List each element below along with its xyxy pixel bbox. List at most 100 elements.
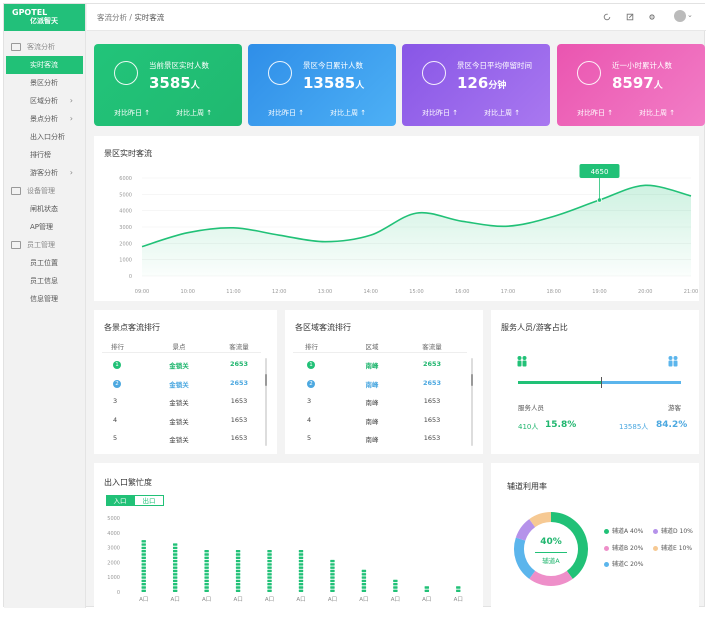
y-tick-label: 6000 [119,176,132,182]
compare-yesterday[interactable]: 对比昨日 ↑ [114,108,150,118]
x-tick-label: A口 [233,596,242,603]
table-row[interactable]: 1 金锁关 2653 [94,360,277,374]
table-row[interactable]: 3 南峰 1653 [285,397,483,411]
rank-badge: 2 [307,379,315,388]
table-row[interactable]: 5 南峰 1653 [285,434,483,448]
donut-center-value: 40% [540,537,562,547]
compare-last-week[interactable]: 对比上周 ↑ [484,108,520,118]
table-row[interactable]: 4 南峰 1653 [285,416,483,430]
rank-cell: 1 [113,360,121,369]
spot-rank-panel: 各景点客流排行 排行 景点 客流量 1 金锁关 2653 2 金锁关 2653 3 金锁关 1653 4… [94,310,277,454]
name-cell: 南峰 [365,436,379,444]
sidebar-item[interactable]: AP管理 [4,218,85,236]
staff-count: 410人 [518,423,539,431]
legend-item[interactable]: 辅道E 10% [653,543,692,552]
sidebar-item[interactable]: 闸机状态 [4,200,85,218]
table-row[interactable]: 1 南峰 2653 [285,360,483,374]
stat-value: 8597人 [612,74,663,92]
table-row[interactable]: 2 南峰 2653 [285,379,483,393]
name-cell: 金锁关 [169,380,189,389]
chevron-right-icon: › [69,96,73,105]
menu-group-icon [11,241,21,249]
sidebar-item[interactable]: 员工信息 [4,272,85,290]
legend-item[interactable]: 辅道D 10% [653,526,693,535]
name-cell: 南峰 [365,380,379,389]
x-tick-label: 09:00 [135,289,149,295]
x-tick-label: A口 [454,596,463,603]
visitor-icon [668,356,678,367]
visitor-percent: 84.2% [656,420,688,430]
user-icon [268,61,292,85]
x-tick-label: A口 [202,596,211,603]
stat-value: 126分钟 [457,74,507,92]
legend-item[interactable]: 辅道A 40% [604,526,643,535]
y-tick-label: 0 [129,274,132,280]
y-tick-label: 5000 [119,192,132,198]
compare-yesterday[interactable]: 对比昨日 ↑ [422,108,458,118]
sidebar-group[interactable]: 客流分析 [4,38,85,56]
ratio-bar-staff [518,381,601,384]
rank-cell: 3 [307,397,312,405]
sidebar-item-label: AP管理 [30,223,54,231]
breadcrumb-parent[interactable]: 客流分析 [97,13,127,22]
x-tick-label: A口 [359,596,368,603]
legend-item[interactable]: 辅道B 20% [604,543,643,552]
compare-yesterday[interactable]: 对比昨日 ↑ [268,108,304,118]
gate-busyness-panel: 出入口繁忙度 入口 出口 0 1000 2000 3000 4000 5000 A口 A口 A口… [94,463,483,608]
sidebar-item[interactable]: 实时客流 [6,56,83,74]
bar [361,569,367,592]
settings-icon[interactable] [648,13,656,21]
stat-title: 当前景区实时人数 [149,61,209,70]
refresh-icon[interactable] [603,13,611,21]
sidebar-group[interactable]: 设备管理 [4,182,85,200]
name-cell: 金锁关 [169,362,189,370]
sidebar-item-label: 闸机状态 [30,205,58,213]
y-tick-label: 2000 [107,560,120,566]
x-tick-label: 15:00 [409,289,423,295]
tooltip-value: 4650 [591,168,609,176]
rank-cell: 5 [113,434,118,442]
avatar[interactable] [674,10,686,22]
compare-yesterday[interactable]: 对比昨日 ↑ [577,108,613,118]
staff-label: 服务人员 [518,404,544,412]
sidebar: GPOTEL 亿派智天 客流分析 实时客流 景区分析 区域分析 › 景点分析 › 出入口分析排… [4,4,86,608]
compare-last-week[interactable]: 对比上周 ↑ [176,108,212,118]
sidebar-item[interactable]: 排行榜 [4,146,85,164]
table-row[interactable]: 2 金锁关 2653 [94,379,277,393]
table-header: 区域 [365,343,379,351]
sidebar-group-label: 员工管理 [27,241,55,249]
visitor-count: 13585人 [619,423,649,431]
sidebar-item[interactable]: 游客分析 › [4,164,85,182]
breadcrumb-current: 实时客流 [134,13,165,22]
app-window: GPOTEL 亿派智天 客流分析 实时客流 景区分析 区域分析 › 景点分析 › 出入口分析排… [3,3,706,608]
fullscreen-icon[interactable] [626,13,634,21]
table-header: 客流量 [422,343,442,351]
sidebar-item[interactable]: 员工位置 [4,254,85,272]
table-row[interactable]: 4 金锁关 1653 [94,416,277,430]
sidebar-item[interactable]: 区域分析 › [4,92,85,110]
scrollbar[interactable] [471,358,473,446]
y-tick-label: 5000 [107,516,120,522]
sidebar-item[interactable]: 景区分析 [4,74,85,92]
sidebar-group[interactable]: 员工管理 [4,236,85,254]
sidebar-item[interactable]: 景点分析 › [4,110,85,128]
table-row[interactable]: 3 金锁关 1653 [94,397,277,411]
sidebar-item[interactable]: 出入口分析 [4,128,85,146]
sidebar-item[interactable]: 信息管理 [4,290,85,308]
compare-last-week[interactable]: 对比上周 ↑ [639,108,675,118]
stat-title: 近一小时累计人数 [612,61,672,70]
chevron-down-icon[interactable]: ⌄ [687,11,693,19]
stat-value: 13585人 [303,74,365,92]
stat-title: 景区今日平均停留时间 [457,61,532,70]
table-row[interactable]: 5 金锁关 1653 [94,434,277,448]
sidebar-item-label: 景点分析 [30,115,58,123]
x-tick-label: A口 [328,596,337,603]
legend-item[interactable]: 辅道C 20% [604,559,643,568]
table-header: 排行 [305,343,318,351]
scrollbar[interactable] [265,358,267,446]
compare-last-week[interactable]: 对比上周 ↑ [330,108,366,118]
realtime-flow-panel: 景区实时客流 0 1000 2000 3000 4000 5000 6000 09:00 10:… [94,136,699,301]
staff-percent: 15.8% [545,420,577,430]
rank-cell: 4 [307,415,312,424]
y-tick-label: 0 [117,590,120,596]
